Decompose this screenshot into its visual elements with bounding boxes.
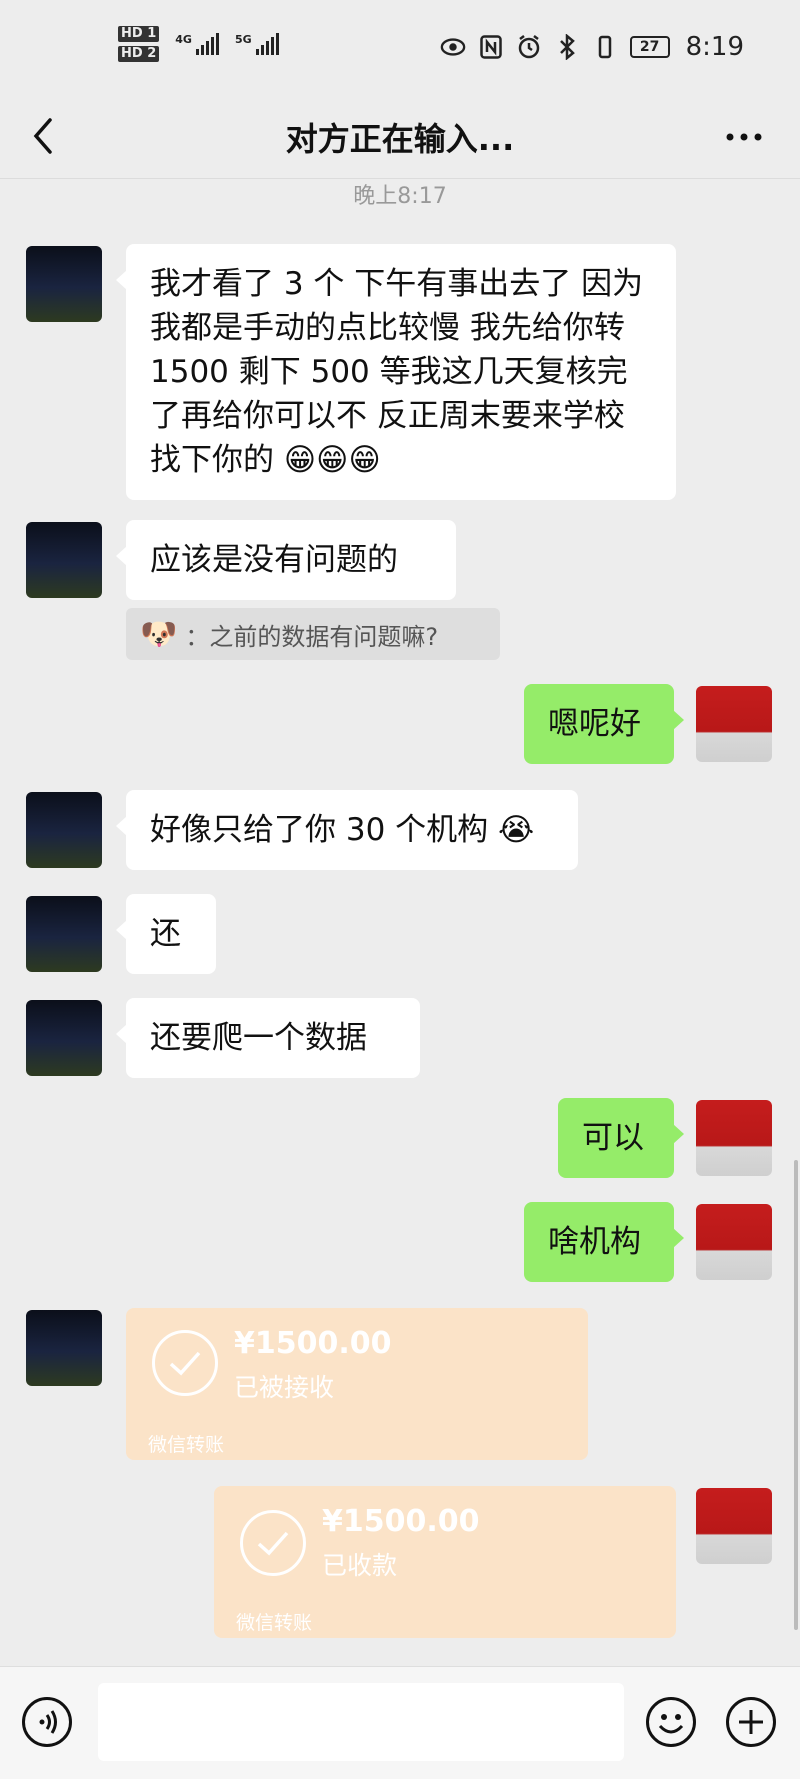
eye-icon (440, 34, 466, 60)
contact-avatar[interactable] (26, 792, 102, 868)
smiley-icon (658, 1714, 684, 1734)
message-bubble-sent[interactable]: 啥机构 (524, 1202, 684, 1282)
message-text: 还要爬一个数据 (150, 1020, 367, 1056)
contact-avatar[interactable] (26, 896, 102, 972)
nfc-icon (478, 34, 504, 60)
transfer-label: 微信转账 (148, 1434, 225, 1456)
signal-5g-icon: 5G (235, 33, 279, 55)
self-avatar[interactable] (696, 686, 772, 762)
transfer-amount: ¥1500.00 (322, 1504, 480, 1539)
contact-avatar[interactable] (26, 1000, 102, 1076)
hd2-indicator: HD 2 (118, 46, 160, 62)
checkmark-circle-icon (152, 1330, 218, 1396)
transfer-card-sent[interactable]: ¥1500.00 已收款 微信转账 (214, 1486, 676, 1638)
chat-scrollbar[interactable] (794, 1160, 798, 1630)
checkmark-circle-icon (240, 1510, 306, 1576)
quoted-reply[interactable]: 🐶 ：之前的数据有问题嘛? (126, 608, 500, 660)
voice-input-button[interactable] (22, 1697, 72, 1747)
message-bubble-sent[interactable]: 嗯呢好 (524, 684, 684, 764)
message-input[interactable] (98, 1683, 624, 1761)
contact-avatar[interactable] (26, 246, 102, 322)
input-bar (0, 1666, 800, 1779)
message-text: 好像只给了你 30 个机构 😭 (150, 812, 535, 848)
battery-icon: 27 (629, 36, 670, 58)
signal-4g-icon: 4G (175, 33, 219, 55)
emoji-button[interactable] (646, 1697, 696, 1747)
more-dots-icon (726, 133, 762, 141)
message-bubble-received[interactable]: 还要爬一个数据 (116, 998, 420, 1078)
contact-avatar[interactable] (26, 1310, 102, 1386)
message-text: 可以 (582, 1120, 644, 1156)
transfer-status: 已收款 (322, 1551, 398, 1580)
message-text: 应该是没有问题的 (150, 542, 398, 578)
contact-avatar[interactable] (26, 522, 102, 598)
chat-title: 对方正在输入... (285, 120, 515, 158)
doge-emoji-icon: 🐶 (140, 616, 178, 652)
message-bubble-received[interactable]: 还 (116, 894, 216, 974)
alarm-icon (516, 34, 542, 60)
message-timestamp: 晚上8:17 (353, 184, 447, 209)
message-text: 我才看了 3 个 下午有事出去了 因为我都是手动的点比较慢 我先给你转 1500… (150, 266, 644, 478)
transfer-amount: ¥1500.00 (234, 1326, 392, 1361)
status-bar: HD 1 HD 2 4G 5G 27 8:19 (0, 0, 800, 100)
hd1-indicator: HD 1 (118, 26, 160, 42)
self-avatar[interactable] (696, 1100, 772, 1176)
status-time: 8:19 (685, 32, 744, 62)
bluetooth-icon (554, 34, 580, 60)
message-bubble-sent[interactable]: 可以 (558, 1098, 684, 1178)
message-text: 啥机构 (548, 1224, 641, 1260)
message-bubble-received[interactable]: 好像只给了你 30 个机构 😭 (116, 790, 578, 870)
quoted-text: ：之前的数据有问题嘛? (185, 622, 439, 651)
self-avatar[interactable] (696, 1204, 772, 1280)
voice-icon (39, 1710, 57, 1734)
message-bubble-received[interactable]: 我才看了 3 个 下午有事出去了 因为我都是手动的点比较慢 我先给你转 1500… (116, 244, 676, 500)
transfer-status: 已被接收 (234, 1373, 335, 1402)
vibrate-battery-icon (592, 34, 618, 60)
plus-icon (739, 1710, 763, 1734)
transfer-label: 微信转账 (236, 1612, 313, 1634)
message-bubble-received[interactable]: 应该是没有问题的 (116, 520, 456, 600)
self-avatar[interactable] (696, 1488, 772, 1564)
message-text: 还 (150, 916, 181, 952)
more-options-button[interactable] (722, 122, 766, 152)
chat-header: 对方正在输入... (0, 100, 800, 179)
more-functions-button[interactable] (726, 1697, 776, 1747)
message-text: 嗯呢好 (548, 706, 641, 742)
transfer-card-received[interactable]: ¥1500.00 已被接收 微信转账 (126, 1308, 588, 1460)
